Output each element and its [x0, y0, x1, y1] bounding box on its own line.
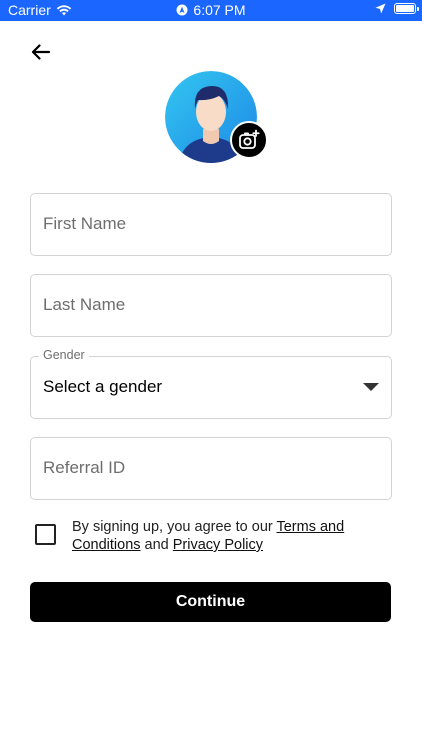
first-name-field [30, 193, 392, 256]
last-name-field [30, 274, 392, 337]
terms-checkbox[interactable] [35, 524, 56, 545]
back-button[interactable] [27, 38, 55, 66]
terms-and: and [140, 537, 173, 553]
add-photo-button[interactable] [230, 121, 268, 159]
location-indicator-icon [176, 4, 188, 16]
gender-select[interactable]: Gender Select a gender [30, 348, 392, 419]
battery-icon [394, 3, 419, 14]
referral-id-field [30, 437, 392, 500]
time-group: 6:07 PM [0, 2, 422, 18]
terms-text: By signing up, you agree to our Terms an… [72, 518, 372, 554]
dropdown-arrow-icon [363, 383, 379, 391]
clock-time: 6:07 PM [193, 2, 246, 18]
location-arrow-icon [375, 3, 386, 14]
status-bar: Carrier 6:07 PM [0, 0, 422, 21]
terms-prefix: By signing up, you agree to our [72, 519, 277, 535]
gender-selected-value: Select a gender [43, 377, 163, 396]
referral-id-input[interactable] [43, 438, 373, 498]
arrow-left-icon [31, 44, 51, 60]
first-name-input[interactable] [43, 194, 373, 254]
gender-label: Gender [39, 348, 89, 362]
add-photo-icon [239, 129, 260, 149]
terms-agreement: By signing up, you agree to our Terms an… [35, 518, 395, 554]
status-right [375, 3, 419, 14]
profile-photo-picker [165, 71, 269, 163]
continue-button[interactable]: Continue [30, 582, 391, 622]
privacy-policy-link[interactable]: Privacy Policy [173, 537, 263, 553]
last-name-input[interactable] [43, 275, 373, 335]
